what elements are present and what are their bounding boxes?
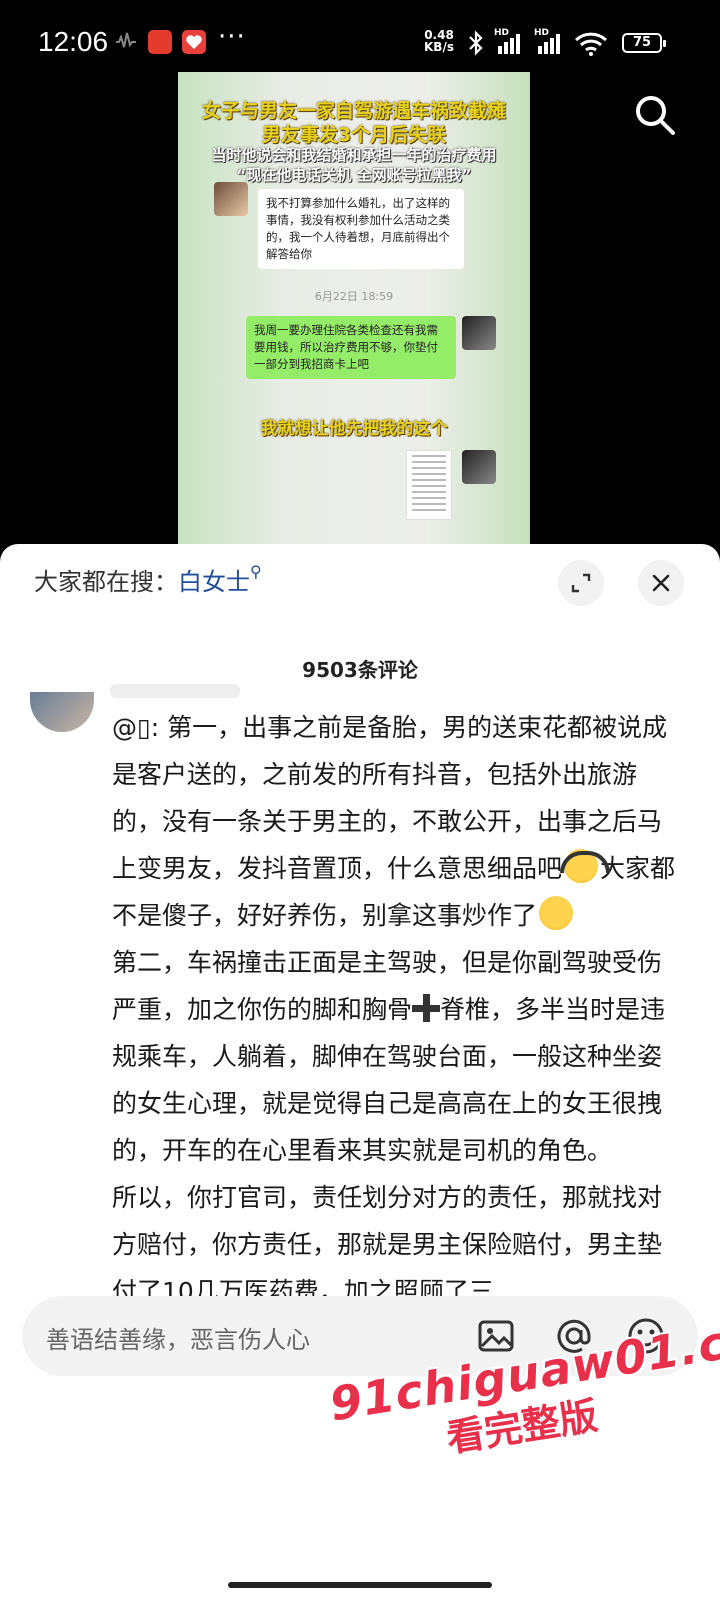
chat-avatar-left [214,182,248,216]
wifi-icon [574,32,608,56]
search-icon[interactable] [632,92,678,138]
chat-avatar-right [462,316,496,350]
trending-search[interactable]: 大家都在搜：白女士⚲ [34,562,262,597]
more-notifications-icon: ··· [218,22,246,52]
small-search-icon: ⚲ [250,562,262,581]
commenter-avatar[interactable] [30,692,94,732]
audio-wave-icon [116,32,136,48]
comment-input-placeholder: 善语结善缘，恶言伤人心 [46,1326,310,1354]
comment-count: 9503条评论 [302,658,418,682]
status-bar: 12:06 ··· 0.48 KB/s HD HD 75 [0,0,720,72]
chat-timestamp: 6月22日 18:59 [314,290,394,303]
chat-avatar-right-2 [462,450,496,484]
video-title-line1: 女子与男友一家自驾游遇车祸致截瘫 [201,100,506,122]
video-subtitle-line1: 当时他说会和我结婚和承担一年的治疗费用 [211,146,497,164]
clock: 12:06 [38,26,109,57]
video-preview[interactable]: 女子与男友一家自驾游遇车祸致截瘫 男友事发3个月后失联 当时他说会和我结婚和承担… [178,72,530,546]
plus-emoji [412,994,441,1022]
expand-icon [571,573,591,593]
video-title-line2: 男友事发3个月后失联 [261,124,447,146]
commenter-name[interactable] [110,684,240,698]
comment-text: @▯: 第一，出事之前是备胎，男的送束花都被说成是客户送的，之前发的所有抖音，包… [112,713,676,1306]
signal-2-icon [538,34,560,54]
signal-1-icon [498,34,520,54]
crying-face-emoji [539,896,574,930]
chat-bubble-right: 我周一要办理住院各类检查还有我需要用钱，所以治疗费用不够，你垫付一部分到我招商卡… [246,316,456,379]
document-thumbnail [406,450,452,520]
bluetooth-icon [469,30,483,56]
trending-keyword[interactable]: 白女士 [178,568,250,596]
video-caption: 我就想让他先把我的这个 [260,419,448,439]
battery-indicator: 75 [622,33,666,53]
close-icon [652,574,670,592]
red-app-icon [148,30,172,54]
worried-face-headphones-emoji [560,849,611,883]
expand-button[interactable] [558,560,604,606]
red-heart-app-icon [182,30,206,54]
trending-label: 大家都在搜： [34,568,178,596]
close-button[interactable] [638,560,684,606]
chat-bubble-left: 我不打算参加什么婚礼，出了这样的事情，我没有权利参加什么活动之类的，我一个人待着… [258,189,464,269]
network-speed: 0.48 KB/s [424,28,454,54]
home-indicator[interactable] [228,1582,492,1588]
